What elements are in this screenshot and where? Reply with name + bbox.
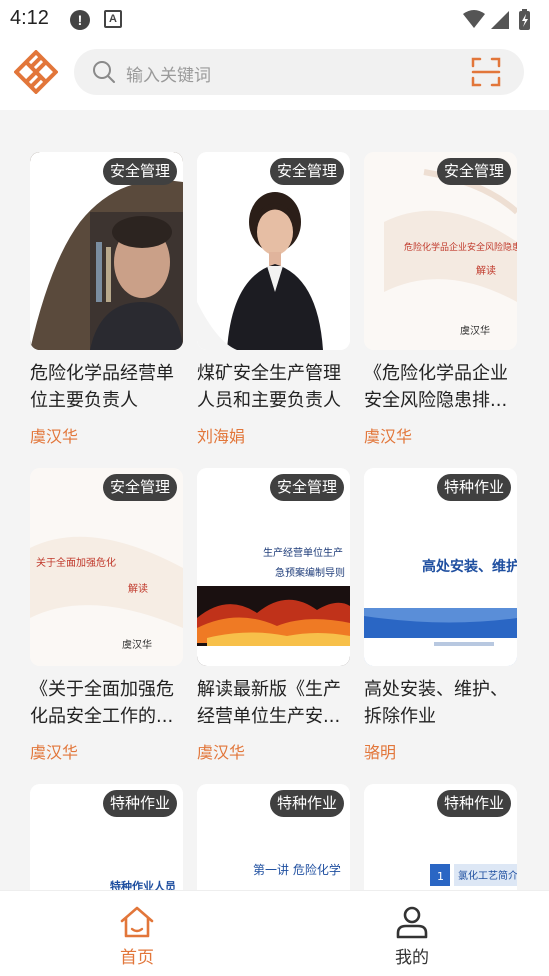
course-thumbnail: 1 氯化工艺简介 特种作业 bbox=[364, 784, 517, 890]
course-author: 虞汉华 bbox=[364, 427, 413, 446]
slide-heading: 第一讲 危险化学 bbox=[253, 862, 341, 877]
course-card[interactable]: 安全管理 煤矿安全生产管理人员和主要负责人 刘海娟 bbox=[197, 152, 350, 447]
slide-heading: 氯化工艺简介 bbox=[458, 869, 517, 882]
slide-author: 虞汉华 bbox=[122, 638, 152, 651]
profile-icon bbox=[396, 906, 428, 939]
course-author: 虞汉华 bbox=[30, 427, 79, 446]
category-badge: 特种作业 bbox=[102, 790, 177, 817]
category-badge: 特种作业 bbox=[269, 790, 344, 817]
signal-icon bbox=[491, 11, 509, 29]
header: 输入关键词 bbox=[0, 40, 549, 110]
course-thumbnail: 高处安装、维护、 特种作业 bbox=[364, 468, 517, 666]
course-card[interactable]: 高处安装、维护、 特种作业 高处安装、维护、拆除作业 骆明 bbox=[364, 468, 517, 763]
slide-subheading: 解读 bbox=[128, 582, 148, 595]
course-card[interactable]: 关于全面加强危化 解读 虞汉华 安全管理 《关于全面加强危化品安全工作的... … bbox=[30, 468, 183, 763]
course-thumbnail: 安全管理 bbox=[30, 152, 183, 350]
nav-profile[interactable]: 我的 bbox=[372, 905, 452, 968]
status-indicators bbox=[461, 8, 541, 30]
nav-profile-label: 我的 bbox=[395, 948, 429, 968]
course-thumbnail: 第一讲 危险化学 特种作业 bbox=[197, 784, 350, 890]
wifi-icon bbox=[463, 10, 485, 28]
category-badge: 安全管理 bbox=[269, 474, 344, 501]
course-title: 危险化学品经营单位主要负责人 bbox=[30, 363, 174, 411]
category-badge: 特种作业 bbox=[436, 474, 511, 501]
course-title: 煤矿安全生产管理人员和主要负责人 bbox=[197, 363, 341, 411]
course-thumbnail: 生产经营单位生产 急预案编制导则 安全管理 bbox=[197, 468, 350, 666]
course-thumbnail: 关于全面加强危化 解读 虞汉华 安全管理 bbox=[30, 468, 183, 666]
bottom-nav: 首页 我的 bbox=[0, 890, 549, 976]
nav-home-label: 首页 bbox=[120, 948, 154, 968]
course-title: 《危险化学品企业安全风险隐患排... bbox=[364, 363, 508, 411]
course-thumbnail: 特种作业人员 特种作业 bbox=[30, 784, 183, 890]
course-card[interactable]: 危险化学品企业安全风险隐患 解读 虞汉华 安全管理 《危险化学品企业安全风险隐患… bbox=[364, 152, 517, 447]
status-icons bbox=[463, 9, 530, 30]
alert-icon: ! bbox=[70, 10, 90, 30]
category-badge: 安全管理 bbox=[102, 158, 177, 185]
nav-home[interactable]: 首页 bbox=[97, 905, 177, 968]
home-icon bbox=[120, 906, 154, 938]
course-author: 虞汉华 bbox=[30, 743, 79, 762]
course-title: 《关于全面加强危化品安全工作的... bbox=[30, 679, 174, 727]
slide-subheading: 急预案编制导则 bbox=[275, 566, 345, 579]
status-bar: 4:12 ! A bbox=[0, 0, 549, 40]
category-badge: 安全管理 bbox=[436, 158, 511, 185]
slide-subheading: 解读 bbox=[476, 264, 496, 277]
logo bbox=[14, 50, 58, 94]
slide-step-number: 1 bbox=[437, 870, 444, 883]
category-badge: 安全管理 bbox=[102, 474, 177, 501]
search-icon bbox=[93, 61, 115, 83]
course-card[interactable]: 生产经营单位生产 急预案编制导则 安全管理 解读最新版《生产经营单位生产安...… bbox=[197, 468, 350, 763]
slide-heading: 危险化学品企业安全风险隐患 bbox=[404, 241, 517, 252]
course-author: 虞汉华 bbox=[197, 743, 246, 762]
course-thumbnail: 安全管理 bbox=[197, 152, 350, 350]
slide-author: 虞汉华 bbox=[460, 324, 490, 337]
course-card[interactable]: 安全管理 危险化学品经营单位主要负责人 虞汉华 bbox=[30, 152, 183, 447]
scan-icon[interactable] bbox=[470, 56, 502, 88]
category-badge: 特种作业 bbox=[436, 790, 511, 817]
course-list[interactable]: 安全管理 危险化学品经营单位主要负责人 虞汉华 安全管理 煤矿安全生产管理人员和… bbox=[0, 110, 549, 890]
a-icon: A bbox=[104, 10, 122, 28]
slide-heading: 生产经营单位生产 bbox=[263, 546, 343, 559]
course-card[interactable]: 1 氯化工艺简介 特种作业 bbox=[364, 784, 517, 890]
course-card[interactable]: 特种作业人员 特种作业 bbox=[30, 784, 183, 890]
course-title: 高处安装、维护、拆除作业 bbox=[364, 679, 508, 727]
course-title: 解读最新版《生产经营单位生产安... bbox=[197, 679, 341, 727]
search-input[interactable]: 输入关键词 bbox=[126, 61, 211, 86]
search-box[interactable]: 输入关键词 bbox=[74, 49, 524, 95]
course-author: 刘海娟 bbox=[197, 427, 246, 446]
slide-heading: 关于全面加强危化 bbox=[36, 556, 116, 569]
slide-heading: 高处安装、维护、 bbox=[422, 558, 517, 575]
slide-heading: 特种作业人员 bbox=[110, 879, 176, 890]
course-card[interactable]: 第一讲 危险化学 特种作业 bbox=[197, 784, 350, 890]
status-time: 4:12 bbox=[10, 7, 49, 29]
course-thumbnail: 危险化学品企业安全风险隐患 解读 虞汉华 安全管理 bbox=[364, 152, 517, 350]
course-author: 骆明 bbox=[364, 743, 397, 762]
category-badge: 安全管理 bbox=[269, 158, 344, 185]
